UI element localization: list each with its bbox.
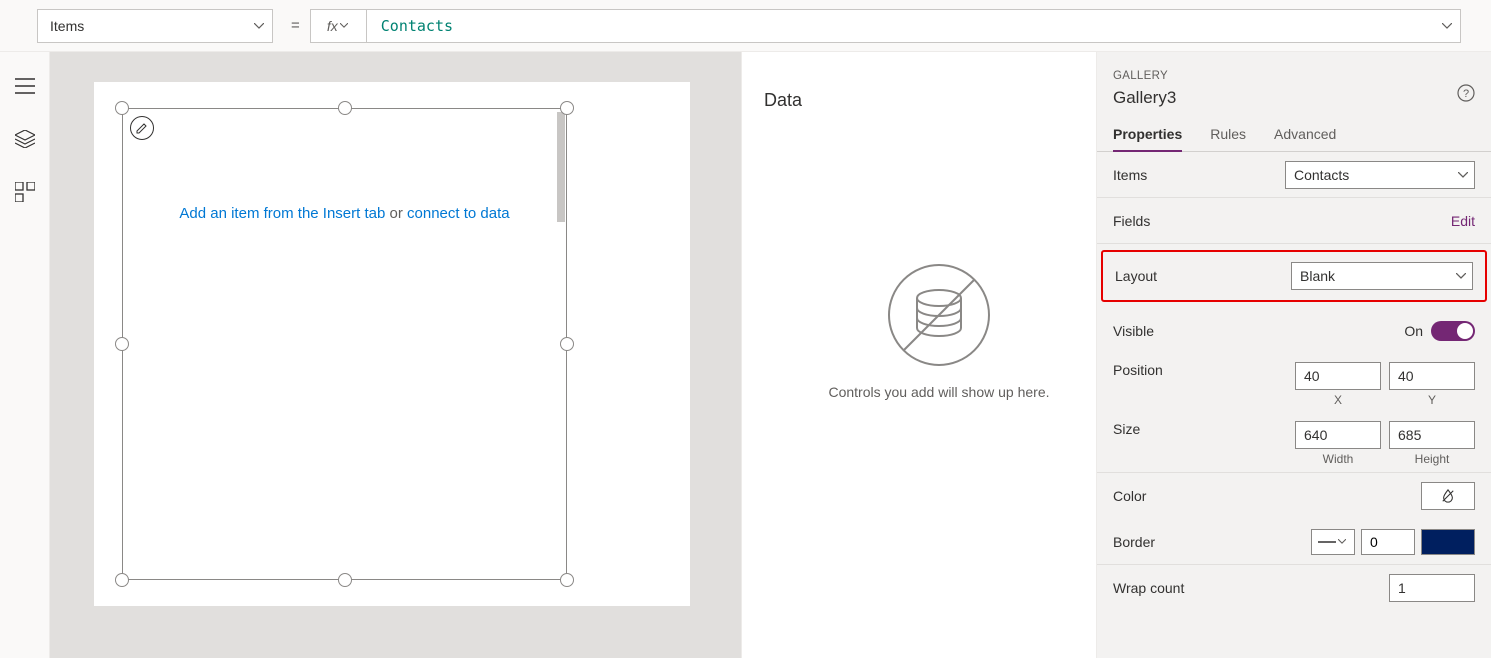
tab-rules[interactable]: Rules [1210,126,1246,151]
data-panel: Data Controls you add will show up here. [741,52,1136,658]
prop-visible-label: Visible [1113,323,1154,339]
connect-data-link[interactable]: connect to data [407,205,510,222]
gallery-selection[interactable]: Add an item from the Insert tab or conne… [122,108,567,580]
chevron-down-icon [1458,172,1468,178]
prop-items-label: Items [1113,167,1147,183]
properties-panel: GALLERY Gallery3 ? Properties Rules Adva… [1096,52,1491,658]
property-dropdown[interactable]: Items [37,9,273,43]
resize-handle[interactable] [560,573,574,587]
resize-handle[interactable] [560,101,574,115]
tab-advanced[interactable]: Advanced [1274,126,1336,151]
position-y-input[interactable] [1389,362,1475,390]
data-panel-title: Data [764,90,802,111]
chevron-down-icon [340,23,350,29]
formula-bar: Items = fx Contacts [0,0,1491,52]
no-color-icon [1441,489,1455,503]
border-style-dropdown[interactable] [1311,529,1355,555]
prop-size-label: Size [1113,421,1140,437]
prop-border: Border [1097,519,1491,565]
prop-layout-label: Layout [1115,268,1157,284]
prop-wrap-count: Wrap count [1097,565,1491,611]
properties-tabs: Properties Rules Advanced [1097,108,1491,152]
prop-border-label: Border [1113,534,1155,550]
data-empty-state: Controls you add will show up here. [742,260,1136,400]
fields-edit-link[interactable]: Edit [1451,213,1475,229]
border-width-input[interactable] [1361,529,1415,555]
chevron-down-icon [254,23,264,29]
formula-input[interactable]: Contacts [366,9,1461,43]
prop-fields: Fields Edit [1097,198,1491,244]
prop-wrap-label: Wrap count [1113,580,1184,596]
size-height-input[interactable] [1389,421,1475,449]
prop-fields-label: Fields [1113,213,1150,229]
svg-text:?: ? [1463,88,1469,100]
chevron-down-icon [1456,273,1466,279]
resize-handle[interactable] [115,101,129,115]
empty-data-icon [884,260,994,370]
left-nav-rail [0,52,50,658]
chevron-down-icon [1338,539,1348,545]
insert-tab-link[interactable]: Add an item from the Insert tab [179,205,385,222]
prop-color-label: Color [1113,488,1146,504]
chevron-down-icon [1442,23,1452,29]
border-color-picker[interactable] [1421,529,1475,555]
data-empty-text: Controls you add will show up here. [828,384,1049,400]
resize-handle[interactable] [338,573,352,587]
resize-handle[interactable] [115,337,129,351]
property-dropdown-value: Items [50,18,84,34]
gallery-empty-hint: Add an item from the Insert tab or conne… [123,205,566,222]
help-icon[interactable]: ? [1457,84,1475,102]
control-type-label: GALLERY [1113,70,1475,82]
control-name: Gallery3 [1113,88,1475,108]
prop-color: Color [1097,473,1491,519]
size-width-input[interactable] [1295,421,1381,449]
prop-layout: Layout Blank [1101,250,1487,302]
visible-toggle[interactable]: On [1404,321,1475,341]
hamburger-icon[interactable] [15,78,35,96]
layers-icon[interactable] [15,130,35,148]
app-screen[interactable]: Add an item from the Insert tab or conne… [94,82,690,606]
resize-handle[interactable] [115,573,129,587]
tab-properties[interactable]: Properties [1113,126,1182,152]
items-dropdown[interactable]: Contacts [1285,161,1475,189]
fx-button[interactable]: fx [310,9,366,43]
color-picker[interactable] [1421,482,1475,510]
resize-handle[interactable] [338,101,352,115]
edit-pencil-icon[interactable] [130,116,154,140]
position-x-input[interactable] [1295,362,1381,390]
formula-value: Contacts [381,17,453,35]
prop-position: Position X Y [1097,354,1491,413]
layout-dropdown[interactable]: Blank [1291,262,1473,290]
equals-sign: = [281,17,310,34]
prop-items: Items Contacts [1097,152,1491,198]
prop-size: Size Width Height [1097,413,1491,473]
wrap-count-input[interactable] [1389,574,1475,602]
prop-position-label: Position [1113,362,1163,378]
components-icon[interactable] [15,182,35,200]
resize-handle[interactable] [560,337,574,351]
prop-visible: Visible On [1097,308,1491,354]
